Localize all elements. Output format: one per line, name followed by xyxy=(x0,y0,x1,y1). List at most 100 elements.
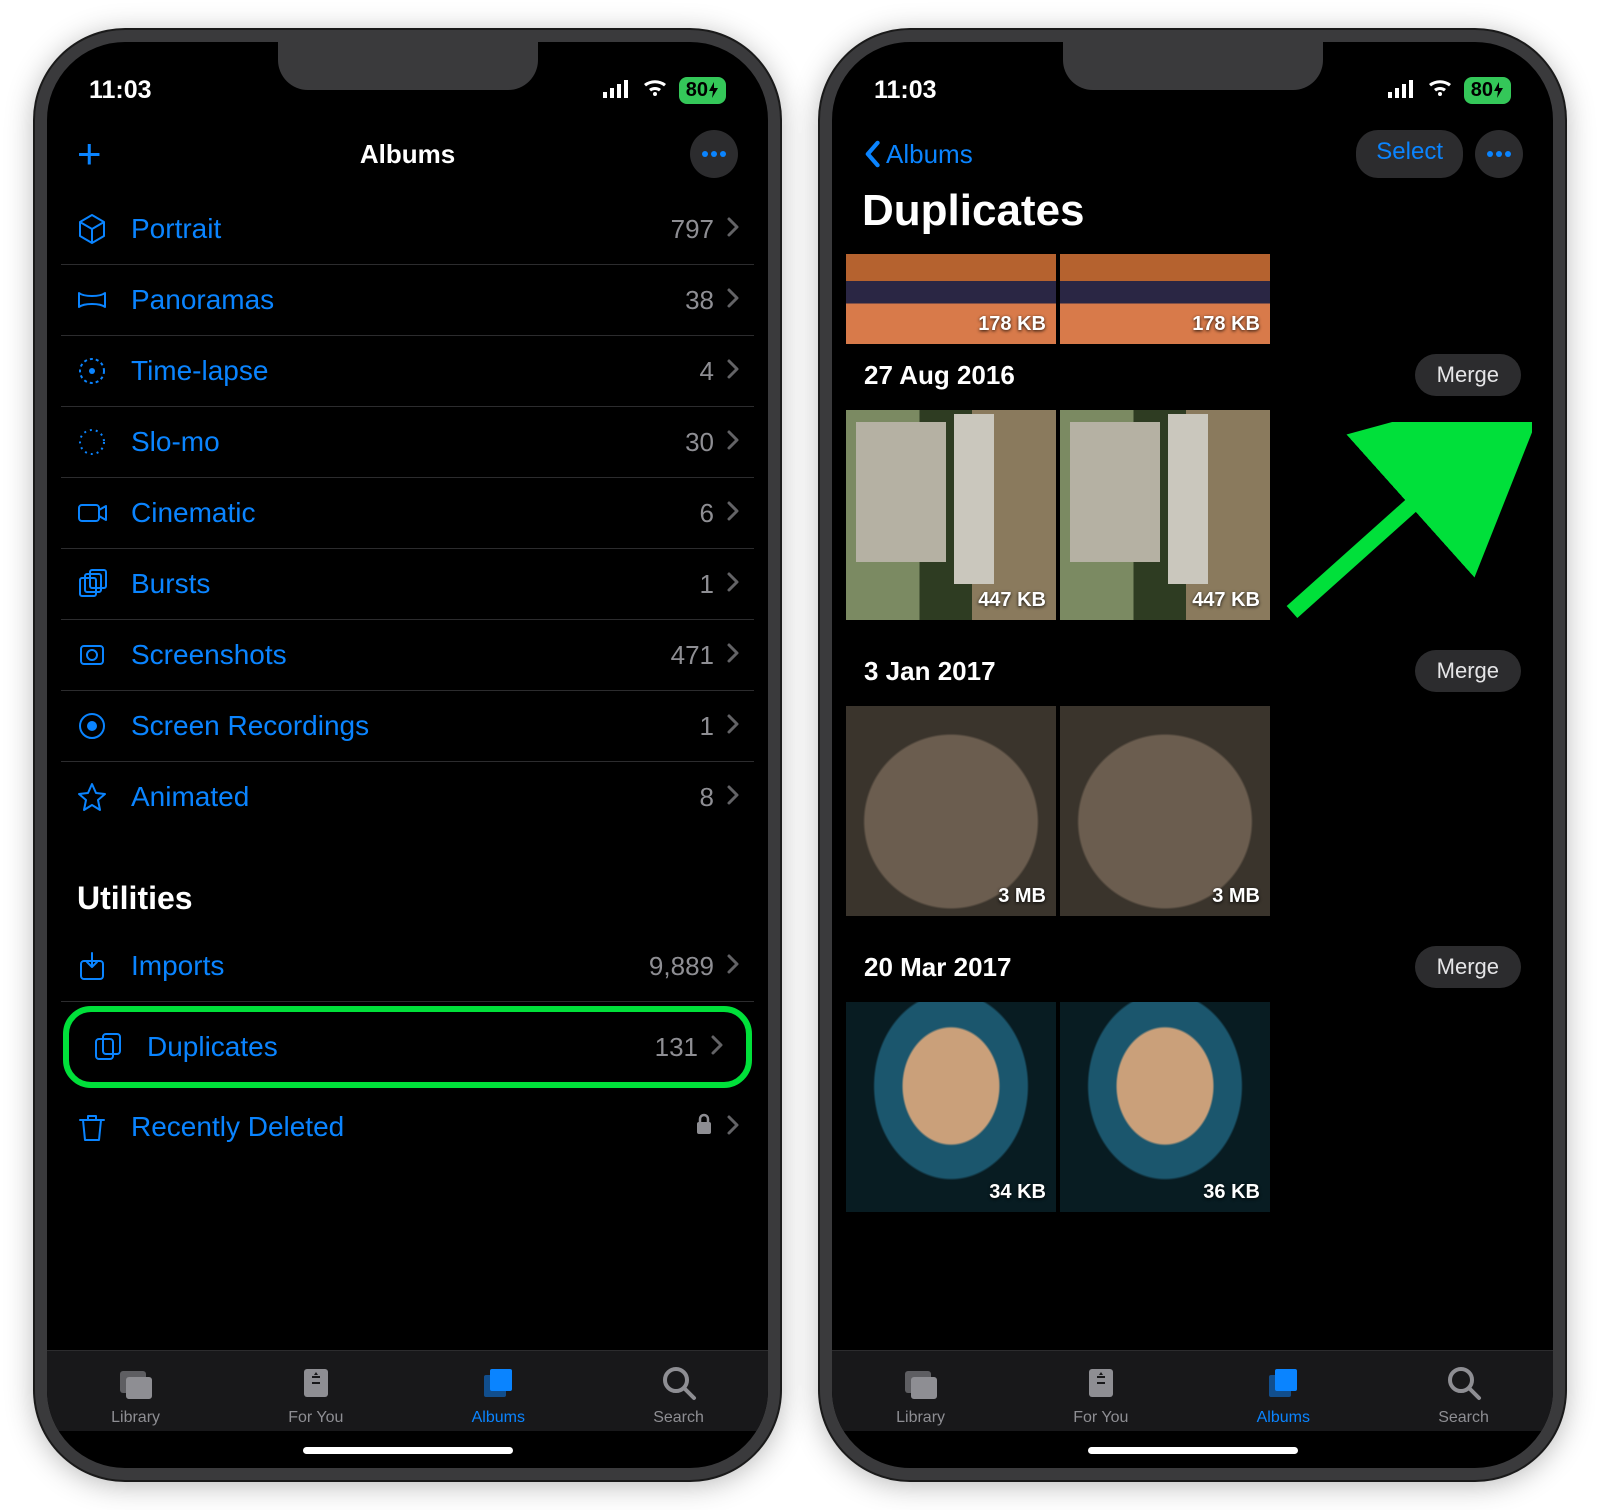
back-button[interactable]: Albums xyxy=(862,139,973,170)
cellular-icon xyxy=(1388,76,1416,105)
thumbnail[interactable]: 178 KB xyxy=(1060,254,1270,344)
row-count: 131 xyxy=(655,1032,698,1063)
file-size: 34 KB xyxy=(989,1181,1046,1204)
duplicate-group-partial: 178 KB 178 KB xyxy=(846,254,1539,344)
album-row-screen-recordings[interactable]: Screen Recordings 1 xyxy=(61,691,754,762)
thumbnail[interactable]: 447 KB xyxy=(846,410,1056,620)
group-date: 3 Jan 2017 xyxy=(864,656,996,687)
album-row-animated[interactable]: Animated 8 xyxy=(61,762,754,832)
chevron-icon xyxy=(726,950,740,982)
row-label: Duplicates xyxy=(147,1031,655,1063)
tab-label: Search xyxy=(1438,1409,1489,1427)
chevron-icon xyxy=(726,213,740,245)
row-count: 38 xyxy=(685,285,714,316)
thumbnail[interactable]: 3 MB xyxy=(846,706,1056,916)
albums-list[interactable]: Portrait 797 Panoramas 38 Time-lapse 4 S… xyxy=(47,194,768,1350)
file-size: 3 MB xyxy=(1212,885,1260,908)
cinematic-icon xyxy=(75,496,131,530)
add-button[interactable]: + xyxy=(77,130,102,178)
duplicate-group: 27 Aug 2016 Merge 447 KB 447 KB xyxy=(846,344,1539,620)
bursts-icon xyxy=(75,567,131,601)
chevron-icon xyxy=(726,568,740,600)
slomo-icon xyxy=(75,425,131,459)
screen-title: Albums xyxy=(157,139,658,170)
pano-icon xyxy=(75,283,131,317)
chevron-icon xyxy=(726,355,740,387)
duplicates-icon xyxy=(91,1030,147,1064)
phone-left: 11:03 80 + Albums Portrait 797 Panoramas… xyxy=(35,30,780,1480)
tab-label: For You xyxy=(1073,1409,1128,1427)
home-indicator[interactable] xyxy=(303,1447,513,1454)
wifi-icon xyxy=(641,76,669,105)
thumbnail[interactable]: 447 KB xyxy=(1060,410,1270,620)
tab-for-you[interactable]: For You xyxy=(288,1363,343,1427)
screenshots-icon xyxy=(75,638,131,672)
tab-bar: Library For You Albums Search xyxy=(47,1350,768,1468)
thumbnail[interactable]: 36 KB xyxy=(1060,1002,1270,1212)
tab-library[interactable]: Library xyxy=(896,1363,945,1427)
row-label: Portrait xyxy=(131,213,671,245)
tab-icon xyxy=(659,1363,699,1406)
row-count: 1 xyxy=(700,569,714,600)
file-size: 178 KB xyxy=(1192,313,1260,336)
notch xyxy=(1063,42,1323,90)
merge-button[interactable]: Merge xyxy=(1415,354,1521,396)
merge-button[interactable]: Merge xyxy=(1415,650,1521,692)
nav-bar: Albums Select xyxy=(832,120,1553,184)
tab-label: Search xyxy=(653,1409,704,1427)
tab-for-you[interactable]: For You xyxy=(1073,1363,1128,1427)
home-indicator[interactable] xyxy=(1088,1447,1298,1454)
chevron-icon xyxy=(726,710,740,742)
tab-label: For You xyxy=(288,1409,343,1427)
utility-row-recently-deleted[interactable]: Recently Deleted xyxy=(61,1092,754,1162)
tab-label: Library xyxy=(111,1409,160,1427)
status-time: 11:03 xyxy=(874,76,937,105)
album-row-bursts[interactable]: Bursts 1 xyxy=(61,549,754,620)
merge-button[interactable]: Merge xyxy=(1415,946,1521,988)
trash-icon xyxy=(75,1110,131,1144)
tab-albums[interactable]: Albums xyxy=(1257,1363,1310,1427)
utility-row-imports[interactable]: Imports 9,889 xyxy=(61,931,754,1002)
row-count: 6 xyxy=(700,498,714,529)
recordings-icon xyxy=(75,709,131,743)
thumbnail[interactable]: 3 MB xyxy=(1060,706,1270,916)
album-row-cinematic[interactable]: Cinematic 6 xyxy=(61,478,754,549)
tab-albums[interactable]: Albums xyxy=(472,1363,525,1427)
chevron-icon xyxy=(726,781,740,813)
tab-search[interactable]: Search xyxy=(653,1363,704,1427)
album-row-slo-mo[interactable]: Slo-mo 30 xyxy=(61,407,754,478)
chevron-icon xyxy=(726,426,740,458)
status-time: 11:03 xyxy=(89,76,152,105)
row-label: Screenshots xyxy=(131,639,671,671)
duplicate-group: 20 Mar 2017 Merge 34 KB 36 KB xyxy=(846,936,1539,1212)
album-row-portrait[interactable]: Portrait 797 xyxy=(61,194,754,265)
battery-indicator: 80 xyxy=(679,77,726,104)
album-row-time-lapse[interactable]: Time-lapse 4 xyxy=(61,336,754,407)
timelapse-icon xyxy=(75,354,131,388)
duplicates-list[interactable]: 178 KB 178 KB 27 Aug 2016 Merge 447 KB 4… xyxy=(832,254,1553,1350)
group-date: 20 Mar 2017 xyxy=(864,952,1011,983)
tab-icon xyxy=(1444,1363,1484,1406)
tab-library[interactable]: Library xyxy=(111,1363,160,1427)
more-button[interactable] xyxy=(690,130,738,178)
album-row-screenshots[interactable]: Screenshots 471 xyxy=(61,620,754,691)
group-date: 27 Aug 2016 xyxy=(864,360,1015,391)
thumbnail[interactable]: 178 KB xyxy=(846,254,1056,344)
imports-icon xyxy=(75,949,131,983)
file-size: 447 KB xyxy=(978,589,1046,612)
tab-icon xyxy=(1263,1363,1303,1406)
row-label: Animated xyxy=(131,781,700,813)
row-count: 797 xyxy=(671,214,714,245)
select-button[interactable]: Select xyxy=(1356,130,1463,178)
tab-icon xyxy=(116,1363,156,1406)
more-button[interactable] xyxy=(1475,130,1523,178)
file-size: 178 KB xyxy=(978,313,1046,336)
lock-icon xyxy=(694,1111,714,1143)
utility-row-duplicates[interactable]: Duplicates 131 xyxy=(77,1012,738,1082)
tab-search[interactable]: Search xyxy=(1438,1363,1489,1427)
thumbnail[interactable]: 34 KB xyxy=(846,1002,1056,1212)
file-size: 3 MB xyxy=(998,885,1046,908)
file-size: 36 KB xyxy=(1203,1181,1260,1204)
row-label: Recently Deleted xyxy=(131,1111,694,1143)
album-row-panoramas[interactable]: Panoramas 38 xyxy=(61,265,754,336)
